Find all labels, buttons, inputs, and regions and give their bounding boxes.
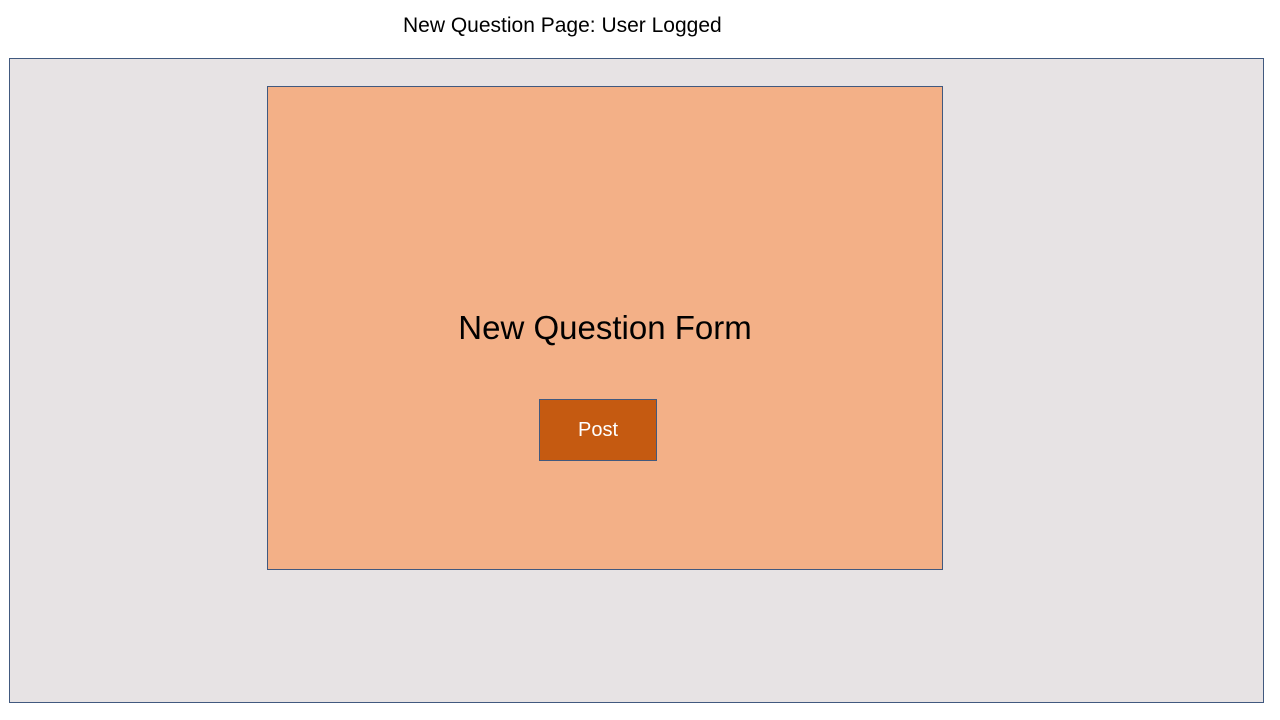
form-title: New Question Form <box>458 309 752 346</box>
new-question-form-panel: New Question Form <box>267 86 943 570</box>
page-title: New Question Page: User Logged <box>403 14 722 37</box>
post-button[interactable]: Post <box>539 399 657 461</box>
